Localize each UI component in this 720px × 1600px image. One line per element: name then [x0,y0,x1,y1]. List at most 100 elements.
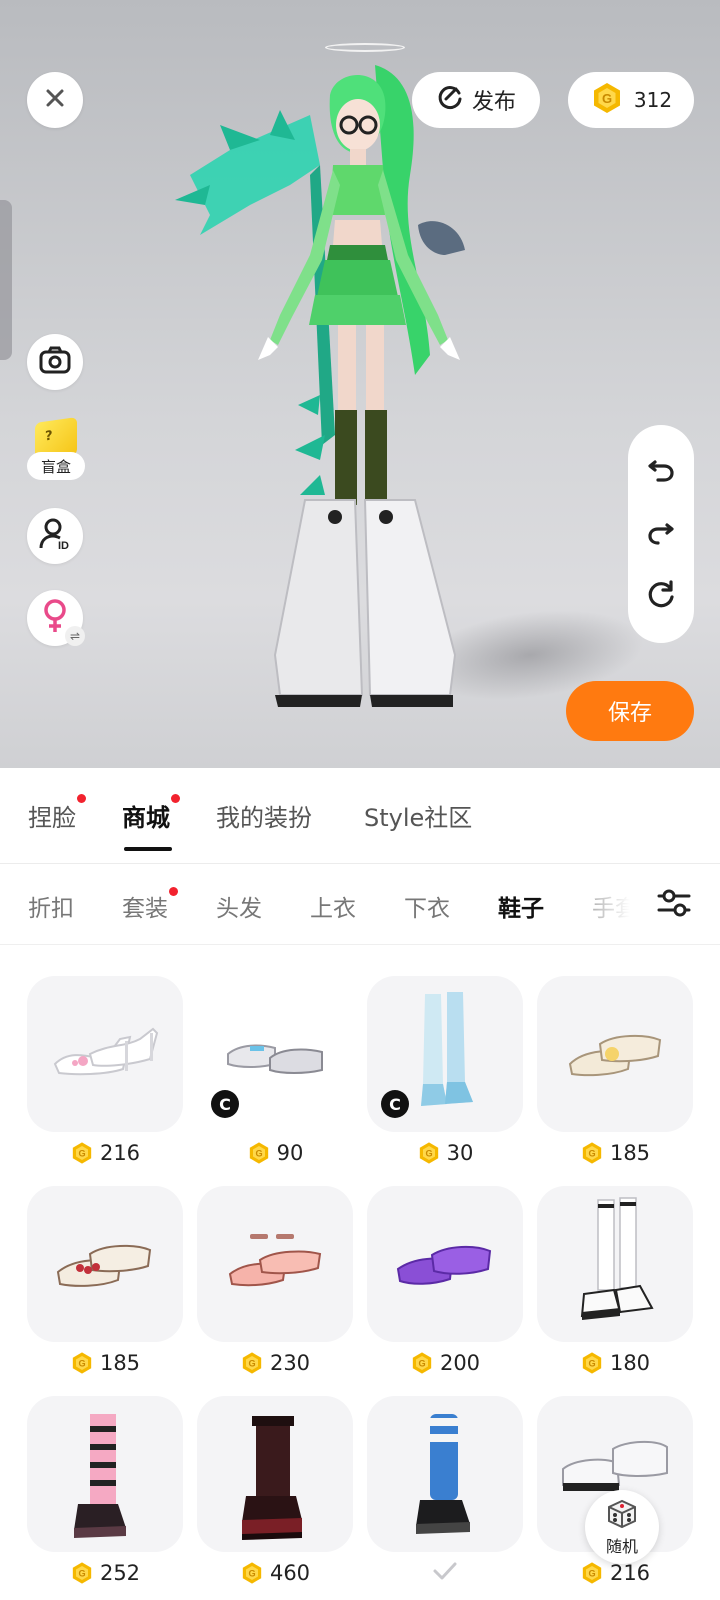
item-thumbnail [367,1396,523,1552]
item-thumbnail [27,1186,183,1342]
item-price-value: 180 [609,1351,651,1375]
svg-text:G: G [255,1149,262,1159]
side-drawer-handle[interactable] [0,200,12,360]
shop-item[interactable]: G 460 [197,1396,353,1588]
tab-shop[interactable]: 商城 [122,794,180,851]
tab-face[interactable]: 捏脸 [28,794,86,833]
svg-text:G: G [425,1149,432,1159]
pink-striped-boots-image [74,1414,126,1538]
item-price: G 460 [197,1558,353,1588]
item-price-value: 185 [99,1351,141,1375]
redo-icon[interactable] [646,517,676,551]
checkmark-icon [432,1561,458,1585]
beige-sandals-image [568,1034,662,1077]
main-tab-bar: 捏脸 商城 我的装扮 Style社区 [0,768,720,864]
coin-balance-value: 312 [633,88,673,112]
tab-sets-label: 套装 [122,896,168,922]
svg-text:ID: ID [58,540,69,551]
shop-item[interactable]: G 200 [367,1186,523,1378]
coin-icon: G [249,1142,268,1164]
notification-dot [169,887,178,896]
svg-text:G: G [78,1149,85,1159]
creator-badge-icon: C [381,1090,409,1118]
blue-leg-warmers-image [416,1414,470,1534]
platform-boots-image [242,1416,302,1540]
shop-item[interactable]: G 185 [27,1186,183,1378]
coin-balance[interactable]: G 312 [568,72,694,128]
tab-shoes[interactable]: 鞋子 [498,889,544,923]
tab-tops[interactable]: 上衣 [310,889,356,923]
item-thumbnail [197,1186,353,1342]
blindbox-label: 盲盒 [27,452,85,480]
tab-fade-overlay [560,865,660,944]
item-thumbnail [27,1396,183,1552]
close-icon [43,86,67,114]
item-price: G 90 [197,1138,353,1168]
camera-icon [39,346,71,378]
save-button[interactable]: 保存 [566,681,694,741]
item-price-value: 200 [439,1351,481,1375]
coin-icon: G [242,1562,262,1584]
tab-discount[interactable]: 折扣 [28,889,74,923]
history-controls [628,425,694,643]
shop-item[interactable]: C G 30 [367,976,523,1168]
svg-text:G: G [248,1569,255,1579]
item-thumbnail [367,1186,523,1342]
coin-icon: G [419,1142,438,1164]
sneakers-socks-image [580,1197,654,1320]
avatar-model[interactable] [170,55,490,735]
coin-icon: G [590,81,624,120]
reset-icon[interactable] [646,580,676,614]
svg-text:G: G [588,1359,595,1369]
svg-text:G: G [418,1359,425,1369]
item-thumbnail: C [197,976,353,1132]
notification-dot [171,794,180,803]
blindbox-button[interactable]: ? 盲盒 [27,416,87,486]
item-thumbnail [537,1186,693,1342]
purple-slippers-image [396,1245,492,1285]
tab-my-outfits[interactable]: 我的装扮 [216,798,312,833]
tab-style-community[interactable]: Style社区 [364,798,472,833]
item-price-value: 216 [99,1141,141,1165]
item-thumbnail [197,1396,353,1552]
user-id-icon: ID [38,517,72,555]
tab-my-outfits-label: 我的装扮 [216,804,312,832]
avatar-id-button[interactable]: ID [27,508,83,564]
item-price: G 30 [367,1138,523,1168]
shop-item[interactable]: C G 90 [197,976,353,1168]
random-outfit-button[interactable]: 随机 [585,1490,659,1564]
undo-icon[interactable] [646,454,676,488]
tab-hair[interactable]: 头发 [216,889,262,923]
coin-icon: G [72,1352,92,1374]
shop-item[interactable] [367,1396,523,1588]
shop-item[interactable]: G 252 [27,1396,183,1588]
category-tab-bar[interactable]: 折扣 套装 头发 上衣 下衣 鞋子 手套 [0,865,720,945]
tab-bottoms[interactable]: 下衣 [404,889,450,923]
shop-item[interactable]: G 216 [27,976,183,1168]
item-price-value: 252 [99,1561,141,1585]
shop-item[interactable]: G 185 [537,976,693,1168]
shop-item[interactable]: G 180 [537,1186,693,1378]
tab-sets[interactable]: 套装 [122,887,178,923]
gender-switch-button[interactable]: ⇌ [27,590,85,646]
publish-label: 发布 [471,90,516,115]
svg-text:G: G [78,1569,85,1579]
item-price-value: 90 [276,1141,304,1165]
shop-item[interactable]: G 230 [197,1186,353,1378]
publish-button[interactable]: 发布 [412,72,540,128]
white-heels-image [53,1027,159,1076]
swap-icon: ⇌ [65,626,85,646]
camera-button[interactable] [27,334,83,390]
coin-icon: G [412,1352,432,1374]
coin-icon: G [72,1142,92,1164]
coin-icon: G [72,1562,92,1584]
tab-shop-label: 商城 [122,804,170,832]
svg-text:G: G [602,91,612,106]
avatar-stage[interactable]: ? 盲盒 ID ⇌ 发布 G 312 保存 [0,0,720,768]
red-flower-sandals-image [56,1244,152,1287]
coin-icon: G [582,1562,602,1584]
item-price: G 216 [27,1138,183,1168]
item-price: G 180 [537,1348,693,1378]
close-button[interactable] [27,72,83,128]
filter-button[interactable] [652,885,696,925]
